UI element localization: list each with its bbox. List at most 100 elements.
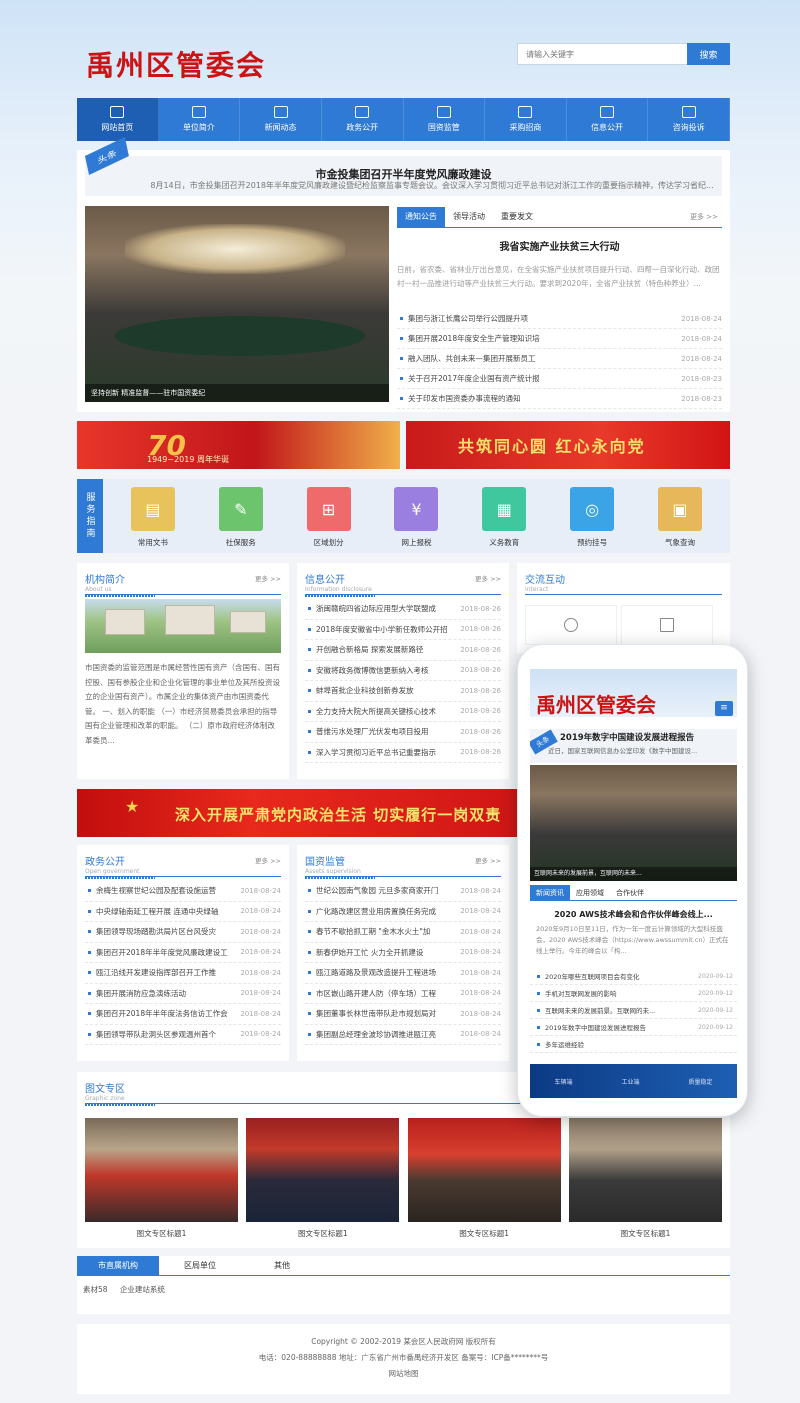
list-item[interactable]: 深入学习贯彻习近平总书记重要指示 2018-08-26: [305, 743, 501, 763]
list-item[interactable]: 瓯江沿线开发建设指挥部召开工作推 2018-08-24: [85, 963, 281, 984]
nav-item-contact[interactable]: 咨询投诉: [648, 98, 730, 141]
service-appointment[interactable]: ◎ 预约挂号: [562, 487, 622, 548]
site-logo[interactable]: 禹州区管委会: [86, 44, 266, 84]
list-item[interactable]: 2018年度安徽省中小学新任教师公开招 2018-08-26: [305, 620, 501, 640]
gallery-item[interactable]: 图文专区标题1: [85, 1118, 238, 1239]
mobile-tab-partners[interactable]: 合作伙伴: [610, 885, 650, 900]
party-slogan-banner[interactable]: ★ 深入开展严肃党内政治生活 切实履行一岗双责: [77, 789, 517, 837]
service-weather[interactable]: ▣ 气象查询: [650, 487, 710, 548]
mail-icon: [681, 106, 696, 118]
nav-item-procure[interactable]: 采购招商: [485, 98, 567, 141]
anniversary-banner[interactable]: 70 1949~2019 周年华诞: [77, 421, 400, 469]
gallery-item[interactable]: 图文专区标题1: [407, 1118, 561, 1239]
list-item[interactable]: 全力支持大院大所提高关键核心技术 2018-08-26: [305, 702, 501, 722]
list-item[interactable]: 世纪公园南气象园 元旦多家商家开门 2018-08-24: [305, 881, 501, 902]
service-social[interactable]: ✎ 社保服务: [211, 487, 271, 548]
list-item[interactable]: 2020年哪些互联网项目会有变化 2020-09-12: [530, 968, 737, 985]
mobile-screen: 禹州区管委会 ≡ 头条 2019年数字中国建设发展进程报告 近日，国家互联网信息…: [530, 669, 737, 1098]
list-item[interactable]: 多年运维经验: [530, 1036, 737, 1053]
list-item[interactable]: 集团领导带队赴洞头区参观温州首个 2018-08-24: [85, 1025, 281, 1045]
list-item[interactable]: 2019年数字中国建设发展进程报告 2020-09-12: [530, 1019, 737, 1036]
mobile-feature-title[interactable]: 2020 AWS技术峰会和合作伙伴峰会线上...: [530, 909, 737, 920]
tab-leaders[interactable]: 领导活动: [445, 207, 493, 227]
news-slider[interactable]: 坚持创新 精准监督——驻市国资委纪: [85, 206, 389, 402]
list-item[interactable]: 余梅生视察世纪公园及配套设施运营 2018-08-24: [85, 881, 281, 902]
party-banner[interactable]: 共筑同心圆 红心永向党: [406, 421, 730, 469]
list-item[interactable]: 手机对互联网发展的影响 2020-09-12: [530, 985, 737, 1002]
gallery-item[interactable]: 图文专区标题1: [246, 1118, 400, 1239]
list-item[interactable]: 新春伊始开工忙 火力全开抓建设 2018-08-24: [305, 943, 501, 963]
gov-more-link[interactable]: 更多 >>: [255, 855, 281, 865]
list-item[interactable]: 普维污水处理厂光伏发电项目投用 2018-08-26: [305, 722, 501, 743]
list-item[interactable]: 春节不歇拾抓工期 "金木水火土"加 2018-08-24: [305, 922, 501, 943]
friend-link[interactable]: 素材58: [83, 1285, 108, 1294]
mobile-headline[interactable]: 头条 2019年数字中国建设发展进程报告 近日，国家互联网信息办公室印发《数字中…: [530, 729, 737, 763]
list-item[interactable]: 安徽将政务微博微信更新纳入考核 2018-08-26: [305, 661, 501, 681]
nav-item-news[interactable]: 新闻动态: [240, 98, 322, 141]
sitemap-link[interactable]: 网站地图: [77, 1366, 730, 1382]
list-item[interactable]: 集团召开2018年半年度党风廉政建设工 2018-08-24: [85, 943, 281, 963]
list-item[interactable]: 瓯江路道路及景观改造提升工程进场 2018-08-24: [305, 963, 501, 984]
info-panel: 信息公开 Information disclosure 更多 >> 浙闽赣皖四省边际…: [297, 563, 509, 779]
list-item[interactable]: 融入团队、共创未来—集团开展新员工 2018-08-24: [397, 349, 722, 369]
list-item[interactable]: 浙闽赣皖四省边际应用型大学联盟成 2018-08-26: [305, 599, 501, 620]
service-tax[interactable]: ¥ 网上报税: [386, 487, 446, 548]
nav-item-info[interactable]: 信息公开: [567, 98, 649, 141]
list-item[interactable]: 集团与浙江长鹰公司举行公园提升项 2018-08-24: [397, 309, 722, 329]
list-item[interactable]: 集团领导现场踏勘洪局片区台风受灾 2018-08-24: [85, 922, 281, 943]
list-icon: [191, 106, 206, 118]
service-guide-label: 服务指南: [77, 479, 103, 553]
list-item[interactable]: 蚌埠首批企业科技创新券发放 2018-08-26: [305, 681, 501, 702]
interact-user-button[interactable]: [525, 605, 617, 645]
list-item[interactable]: 市区嵌山路开建人防（停车场）工程 2018-08-24: [305, 984, 501, 1004]
document-icon: ▤: [130, 487, 175, 531]
share-icon: ◎: [570, 487, 615, 531]
list-item[interactable]: 关于召开2017年度企业国有资产统计报 2018-08-23: [397, 369, 722, 389]
nav-item-assets[interactable]: 国资监管: [404, 98, 486, 141]
interact-title: 交流互动: [525, 575, 565, 586]
friend-link[interactable]: 企业建站系统: [120, 1285, 165, 1294]
menu-icon[interactable]: ≡: [715, 701, 733, 716]
list-item[interactable]: 集团开展2018年度安全生产管理知识培 2018-08-24: [397, 329, 722, 349]
more-link[interactable]: 更多 >>: [690, 207, 722, 227]
assets-more-link[interactable]: 更多 >>: [475, 855, 501, 865]
mobile-tab-news[interactable]: 新闻资讯: [530, 885, 570, 900]
search-button[interactable]: 搜索: [687, 43, 730, 65]
about-panel: 机构简介 About us 更多 >> 市国资委的监管范围是市属经营性国有资产（含国…: [77, 563, 289, 779]
info-more-link[interactable]: 更多 >>: [475, 573, 501, 583]
list-item[interactable]: 集团召开2018年半年度法务信访工作会 2018-08-24: [85, 1004, 281, 1025]
tab-notice[interactable]: 通知公告: [397, 207, 445, 227]
about-more-link[interactable]: 更多 >>: [255, 573, 281, 583]
tab-direct-units[interactable]: 市直属机构: [77, 1256, 159, 1275]
gallery-item[interactable]: 图文专区标题1: [568, 1118, 722, 1239]
list-item[interactable]: 集团开展消防应急演练活动 2018-08-24: [85, 984, 281, 1004]
nav-item-home[interactable]: 网站首页: [77, 98, 159, 141]
main-nav: 网站首页 单位简介 新闻动态 政务公开 国资监管 采购招商 信息公开 咨询投诉: [77, 98, 730, 141]
about-title: 机构简介: [85, 575, 125, 586]
search-input[interactable]: [517, 43, 687, 65]
list-item[interactable]: 中央绿轴南延工程开展 连通中央绿轴 2018-08-24: [85, 902, 281, 922]
nav-item-gov[interactable]: 政务公开: [322, 98, 404, 141]
list-item[interactable]: 广化路改建区营业用房置换任务完成 2018-08-24: [305, 902, 501, 922]
list-item[interactable]: 集团董事长林世南带队赴市规划局对 2018-08-24: [305, 1004, 501, 1025]
list-item[interactable]: 集团副总经理金波珍协调推进瓯江亮 2018-08-24: [305, 1025, 501, 1045]
service-documents[interactable]: ▤ 常用文书: [123, 487, 183, 548]
mobile-logo[interactable]: 禹州区管委会: [536, 689, 656, 718]
service-education[interactable]: ▦ 义务教育: [474, 487, 534, 548]
tab-documents[interactable]: 重要发文: [493, 207, 541, 227]
mobile-footer-banner[interactable]: 车辆端 工业端 质量稳定: [530, 1064, 737, 1098]
feature-title[interactable]: 我省实施产业扶贫三大行动: [397, 238, 722, 253]
gallery-image: [407, 1118, 561, 1222]
tab-district-units[interactable]: 区局单位: [159, 1256, 241, 1275]
list-item[interactable]: 互联网未来的发展前景。互联网的未... 2020-09-12: [530, 1002, 737, 1019]
mobile-slider[interactable]: 互联网未来的发展前景，互联网的未来...: [530, 765, 737, 881]
list-item[interactable]: 开创融合新格局 探索发展新路径 2018-08-26: [305, 640, 501, 661]
mobile-preview: 禹州区管委会 ≡ 头条 2019年数字中国建设发展进程报告 近日，国家互联网信息…: [517, 644, 748, 1117]
tab-other[interactable]: 其他: [241, 1256, 323, 1275]
mobile-tab-apps[interactable]: 应用领域: [570, 885, 610, 900]
list-item[interactable]: 关于印发市国资委办事流程的通知 2018-08-23: [397, 389, 722, 409]
service-region[interactable]: ⊞ 区域划分: [299, 487, 359, 548]
nav-item-intro[interactable]: 单位简介: [159, 98, 241, 141]
interact-building-button[interactable]: [621, 605, 713, 645]
gallery-image: [246, 1118, 400, 1222]
